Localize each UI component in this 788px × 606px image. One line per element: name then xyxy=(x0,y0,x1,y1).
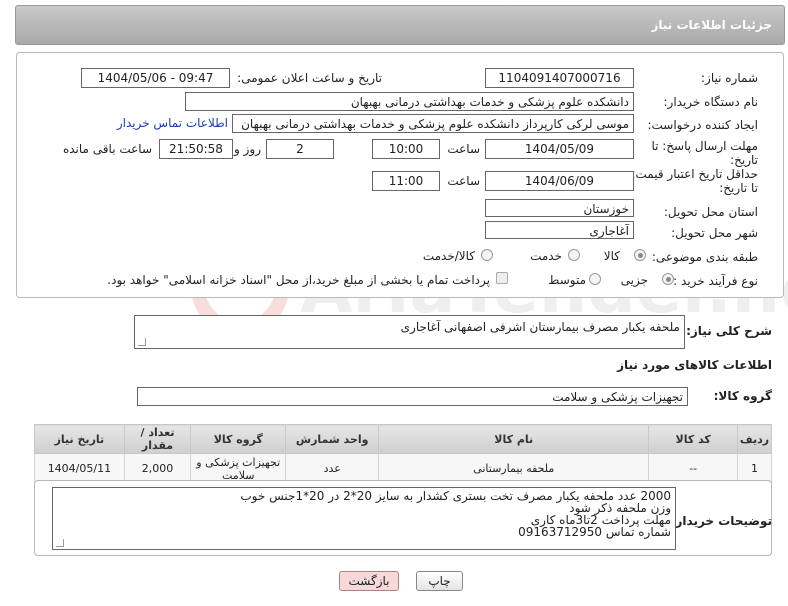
buyer-org-label: نام دستگاه خریدار: xyxy=(663,95,759,109)
province-field: خوزستان xyxy=(485,199,634,217)
deadline-time-field: 10:00 xyxy=(372,139,440,159)
resize-handle[interactable] xyxy=(56,539,64,547)
need-number-label: شماره نیاز: xyxy=(701,71,758,85)
cell-need-date: 1404/05/11 xyxy=(34,453,125,484)
cell-quantity: 2,000 xyxy=(123,453,192,484)
remaining-time-label: ساعت باقی مانده xyxy=(62,142,152,156)
process-minor-radio[interactable] xyxy=(662,273,674,285)
process-medium-radio[interactable] xyxy=(589,273,601,285)
page-header: جزئیات اطلاعات نیاز xyxy=(15,5,785,45)
cell-unit: عدد xyxy=(285,453,380,484)
col-goods-name: نام کالا xyxy=(378,424,650,454)
cell-goods-name: ملحفه بیمارستانی xyxy=(378,453,650,484)
requester-label: ایجاد کننده درخواست: xyxy=(647,118,758,132)
col-need-date: تاریخ نیاز xyxy=(34,424,125,454)
days-label: روز و xyxy=(234,142,261,156)
category-goods-service-label: کالا/خدمت xyxy=(422,249,475,263)
requester-field: موسی لرکی کارپرداز دانشکده علوم پزشکی و … xyxy=(232,114,634,133)
min-validity-label-line2: تا تاریخ: xyxy=(719,181,758,195)
col-quantity: تعداد / مقدار xyxy=(123,424,192,454)
deadline-label-line1: مهلت ارسال پاسخ: تا xyxy=(651,139,758,153)
buyer-contact-link[interactable]: اطلاعات تماس خریدار xyxy=(117,116,228,130)
validity-time-field: 11:00 xyxy=(372,171,440,191)
col-row-number: ردیف xyxy=(737,424,772,454)
city-label: شهر محل تحویل: xyxy=(671,226,758,240)
back-button[interactable]: بازگشت xyxy=(339,571,399,591)
description-field: ملحفه یکبار مصرف بیمارستان اشرفی اصفهانی… xyxy=(134,315,685,349)
city-field: آغاجاری xyxy=(485,221,634,239)
buyer-notes-label: توضیحات خریدار: xyxy=(670,514,772,528)
category-service-radio[interactable] xyxy=(568,249,580,261)
goods-table: ردیف کد کالا نام کالا واحد شمارش گروه کا… xyxy=(34,424,772,484)
process-type-label: نوع فرآیند خرید : xyxy=(673,274,758,288)
cell-row-number: 1 xyxy=(737,453,772,484)
min-validity-label-line1: حداقل تاریخ اعتبار قیمت: xyxy=(631,167,758,181)
category-goods-radio[interactable] xyxy=(634,249,646,261)
process-medium-label: متوسط xyxy=(548,273,586,287)
validity-time-label: ساعت xyxy=(447,174,480,188)
goods-section-title: اطلاعات کالاهای مورد نیاز xyxy=(617,358,772,372)
treasury-payment-checkbox[interactable] xyxy=(496,272,508,284)
category-service-label: خدمت xyxy=(530,249,562,263)
deadline-label-line2: تاریخ: xyxy=(730,153,758,167)
print-button[interactable]: چاپ xyxy=(416,571,463,591)
validity-date-field: 1404/06/09 xyxy=(485,171,634,191)
col-unit: واحد شمارش xyxy=(285,424,380,454)
col-goods-code: کد کالا xyxy=(648,424,738,454)
remaining-time-field: 21:50:58 xyxy=(159,139,233,159)
goods-group-label: گروه کالا: xyxy=(713,389,772,403)
table-row: 1 -- ملحفه بیمارستانی عدد تجهیزات پزشکی … xyxy=(34,453,772,484)
province-label: استان محل تحویل: xyxy=(663,205,758,219)
category-goods-label: کالا xyxy=(603,249,620,263)
deadline-date-field: 1404/05/09 xyxy=(485,139,634,159)
buyer-org-field: دانشکده علوم پزشکی و خدمات بهداشتی درمان… xyxy=(185,92,634,111)
announce-datetime-label: تاریخ و ساعت اعلان عمومی: xyxy=(237,71,382,85)
description-label: شرح کلی نیاز: xyxy=(686,324,772,338)
table-header-row: ردیف کد کالا نام کالا واحد شمارش گروه کا… xyxy=(34,424,772,454)
description-text: ملحفه یکبار مصرف بیمارستان اشرفی اصفهانی… xyxy=(400,320,680,334)
process-minor-label: جزیی xyxy=(620,273,648,287)
col-goods-group: گروه کالا xyxy=(190,424,287,454)
page-title: جزئیات اطلاعات نیاز xyxy=(651,18,772,32)
goods-group-field: تجهیزات پزشکی و سلامت xyxy=(137,387,688,406)
deadline-time-label: ساعت xyxy=(447,142,480,156)
buyer-notes-line: شماره تماس 09163712950 xyxy=(518,525,671,539)
resize-handle[interactable] xyxy=(138,338,146,346)
buyer-notes-field: 2000 عدد ملحفه یکبار مصرف تخت بستری کشدا… xyxy=(52,487,676,550)
category-goods-service-radio[interactable] xyxy=(481,249,493,261)
need-number-field: 1104091407000716 xyxy=(485,68,634,88)
cell-goods-code: -- xyxy=(648,453,738,484)
category-label: طبقه بندی موضوعی: xyxy=(651,250,758,264)
cell-goods-group: تجهیزات پزشکی و سلامت xyxy=(190,453,287,484)
announce-datetime-field: 1404/05/06 - 09:47 xyxy=(81,68,230,88)
remaining-days-field: 2 xyxy=(266,139,334,159)
treasury-payment-note: پرداخت تمام یا بخشی از مبلغ خرید،از محل … xyxy=(107,273,490,287)
